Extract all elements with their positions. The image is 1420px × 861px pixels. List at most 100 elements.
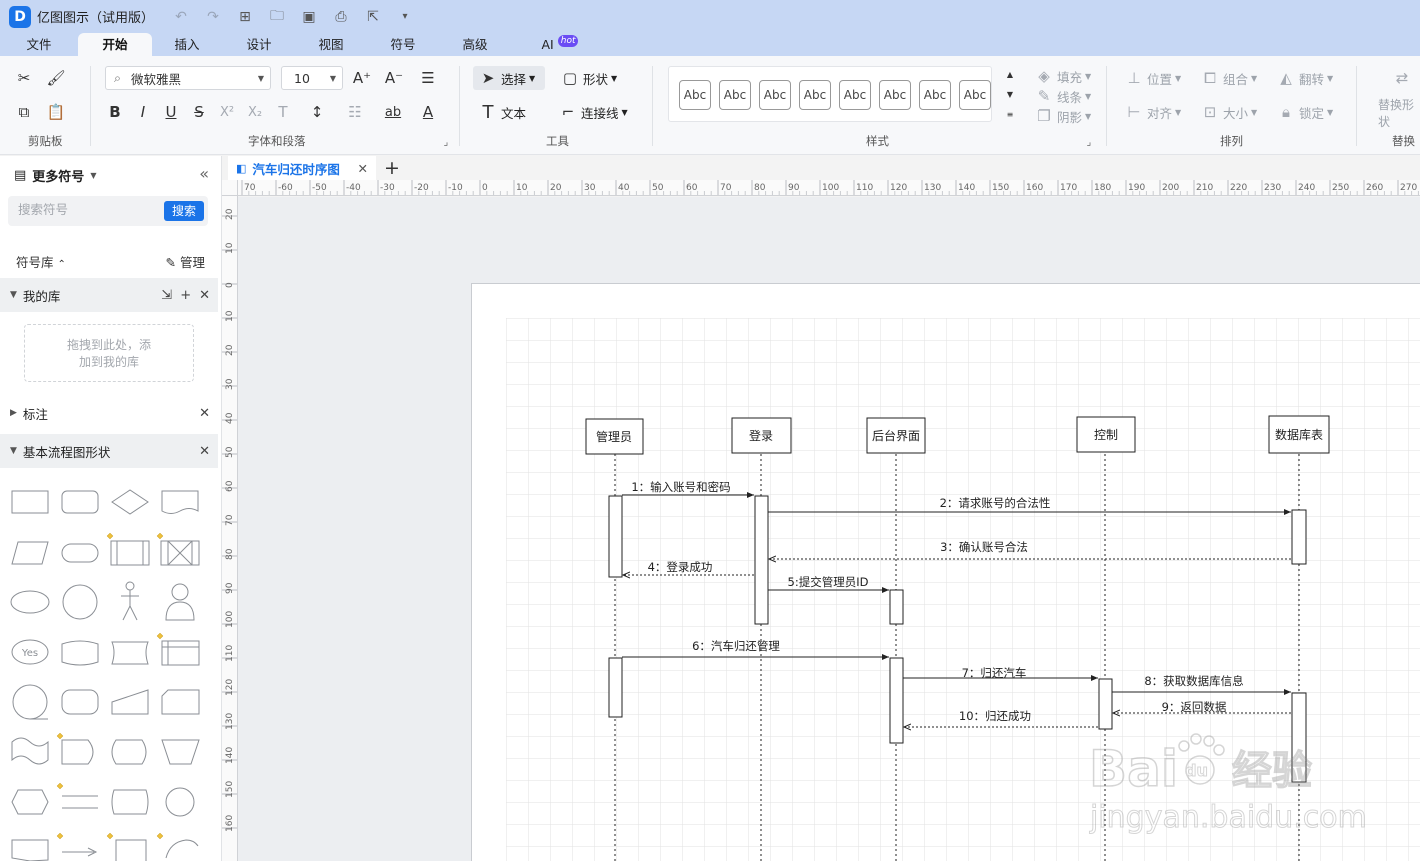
add-tab-icon[interactable]: +: [384, 157, 400, 179]
card-shape[interactable]: [161, 689, 200, 715]
database-shape[interactable]: [61, 640, 99, 666]
position-button[interactable]: ⊥ 位置 ▼: [1124, 68, 1181, 88]
activation-bar[interactable]: [1291, 509, 1307, 565]
activation-bar[interactable]: [608, 657, 623, 718]
drop-zone[interactable]: 拖拽到此处，添 加到我的库: [24, 324, 194, 382]
format-painter-icon[interactable]: 🖌: [46, 68, 66, 88]
tab-view[interactable]: 视图: [300, 33, 362, 56]
text-note-shape[interactable]: [115, 839, 147, 861]
flip-button[interactable]: ◭ 翻转 ▼: [1276, 68, 1333, 88]
style-sample[interactable]: Abc: [719, 80, 751, 110]
activation-bar[interactable]: [1098, 678, 1113, 730]
alternate-process-shape[interactable]: [61, 490, 99, 514]
scroll-up-icon[interactable]: ▲: [1000, 64, 1020, 84]
add-icon[interactable]: +: [180, 288, 191, 303]
my-library-section[interactable]: ▼ 我的库 ⇲ + ✕: [0, 278, 218, 312]
activation-bar[interactable]: [608, 495, 623, 578]
preparation-shape[interactable]: [11, 789, 49, 815]
annotation-section[interactable]: ▶ 标注 ✕: [0, 396, 218, 430]
cut-icon[interactable]: ✂: [14, 68, 34, 88]
more-chevron-icon[interactable]: ▾: [392, 6, 418, 28]
align-icon[interactable]: ☰: [418, 68, 438, 88]
increase-font-icon[interactable]: A⁺: [352, 68, 372, 88]
manage-button[interactable]: ✎ 管理: [166, 252, 205, 271]
print-icon[interactable]: ⎙: [328, 6, 354, 28]
tab-design[interactable]: 设计: [228, 33, 290, 56]
paste-icon[interactable]: 📋: [46, 102, 66, 122]
strikethrough-icon[interactable]: S: [189, 102, 209, 122]
line-spacing-icon[interactable]: ↕: [307, 102, 327, 122]
style-sample[interactable]: Abc: [679, 80, 711, 110]
collapse-panel-icon[interactable]: «: [199, 164, 209, 183]
process-shape[interactable]: [11, 490, 49, 514]
undo-icon[interactable]: ↶: [168, 6, 194, 28]
arc-shape[interactable]: [165, 839, 199, 859]
expand-icon[interactable]: ⌟: [436, 132, 456, 152]
off-page-shape[interactable]: [11, 839, 49, 861]
style-sample[interactable]: Abc: [879, 80, 911, 110]
bold-icon[interactable]: B: [105, 102, 125, 122]
bullet-list-icon[interactable]: ☷: [345, 102, 365, 122]
tab-symbols[interactable]: 符号: [372, 33, 434, 56]
scroll-down-icon[interactable]: ▼: [1000, 84, 1020, 104]
panel-title[interactable]: ▤ 更多符号 ▼: [14, 166, 96, 185]
close-icon[interactable]: ✕: [199, 406, 210, 421]
manual-input-shape[interactable]: [111, 689, 149, 715]
style-sample[interactable]: Abc: [799, 80, 831, 110]
style-sample[interactable]: Abc: [919, 80, 951, 110]
connector-circle-shape[interactable]: [12, 684, 48, 720]
import-icon[interactable]: ⇲: [161, 288, 172, 303]
manual-operation-shape[interactable]: [161, 739, 200, 765]
text-tool-button[interactable]: T 文本: [478, 102, 527, 123]
activation-bar[interactable]: [889, 589, 904, 625]
tab-home[interactable]: 开始: [78, 33, 152, 56]
open-folder-icon[interactable]: 🗀: [264, 6, 290, 28]
circle-shape[interactable]: [62, 584, 98, 620]
actor-shape[interactable]: [121, 581, 139, 621]
subscript-icon[interactable]: X₂: [245, 102, 265, 122]
tab-advanced[interactable]: 高级: [444, 33, 506, 56]
expand-icon[interactable]: ⌟: [1079, 132, 1099, 152]
delay-shape[interactable]: [61, 739, 94, 765]
replace-shape-icon[interactable]: ⇄: [1392, 68, 1412, 88]
style-sample[interactable]: Abc: [759, 80, 791, 110]
symbol-search-input[interactable]: [18, 202, 158, 217]
display-shape[interactable]: [111, 739, 147, 765]
size-button[interactable]: ⊡ 大小 ▼: [1200, 102, 1257, 122]
copy-icon[interactable]: ⧉: [14, 102, 34, 122]
group-button[interactable]: ⧠ 组合 ▼: [1200, 68, 1257, 88]
activation-bar[interactable]: [889, 657, 904, 744]
decrease-font-icon[interactable]: A⁻: [384, 68, 404, 88]
connector-tool-button[interactable]: ⌐ 连接线 ▼: [558, 102, 628, 122]
replace-shape-button[interactable]: 替换形状: [1378, 96, 1420, 130]
ellipse-shape[interactable]: [10, 590, 50, 614]
tab-ai[interactable]: AI hot: [530, 33, 590, 56]
line-button[interactable]: ✎ 线条 ▼: [1034, 86, 1091, 106]
data-shape[interactable]: [11, 541, 49, 565]
document-tab[interactable]: ◧ 汽车归还时序图 ✕: [228, 156, 376, 180]
close-tab-icon[interactable]: ✕: [358, 161, 368, 176]
shape-tool-button[interactable]: ▢ 形状 ▼: [560, 68, 617, 88]
rounded-rect-shape[interactable]: [111, 789, 149, 815]
redo-icon[interactable]: ↷: [200, 6, 226, 28]
style-sample[interactable]: Abc: [959, 80, 991, 110]
search-button[interactable]: 搜索: [164, 201, 204, 221]
drawing-page[interactable]: 管理员 登录 后台界面 控制 数据库表 1：输入账号和密码 2：请求账号的合法性…: [471, 283, 1420, 861]
document-shape[interactable]: [161, 490, 199, 514]
punched-tape-shape[interactable]: [11, 737, 49, 765]
font-size-select[interactable]: 10 ▼: [281, 66, 343, 90]
save-icon[interactable]: ▣: [296, 6, 322, 28]
style-sample[interactable]: Abc: [839, 80, 871, 110]
font-family-select[interactable]: ⌕ 微软雅黑 ▼: [105, 66, 271, 90]
underline-icon[interactable]: U: [161, 102, 181, 122]
symbol-library-header[interactable]: 符号库 ⌃: [16, 252, 66, 271]
activation-bar[interactable]: [754, 495, 769, 625]
tab-file[interactable]: 文件: [8, 33, 70, 56]
decision-shape[interactable]: [111, 489, 149, 515]
superscript-icon[interactable]: X²: [217, 102, 237, 122]
user-shape[interactable]: [165, 583, 195, 621]
select-tool-button[interactable]: ➤ 选择 ▼: [478, 68, 535, 88]
direct-data-shape[interactable]: [61, 689, 99, 715]
align-button[interactable]: ⊢ 对齐 ▼: [1124, 102, 1181, 122]
basic-flowchart-section[interactable]: ▼ 基本流程图形状 ✕: [0, 434, 218, 468]
